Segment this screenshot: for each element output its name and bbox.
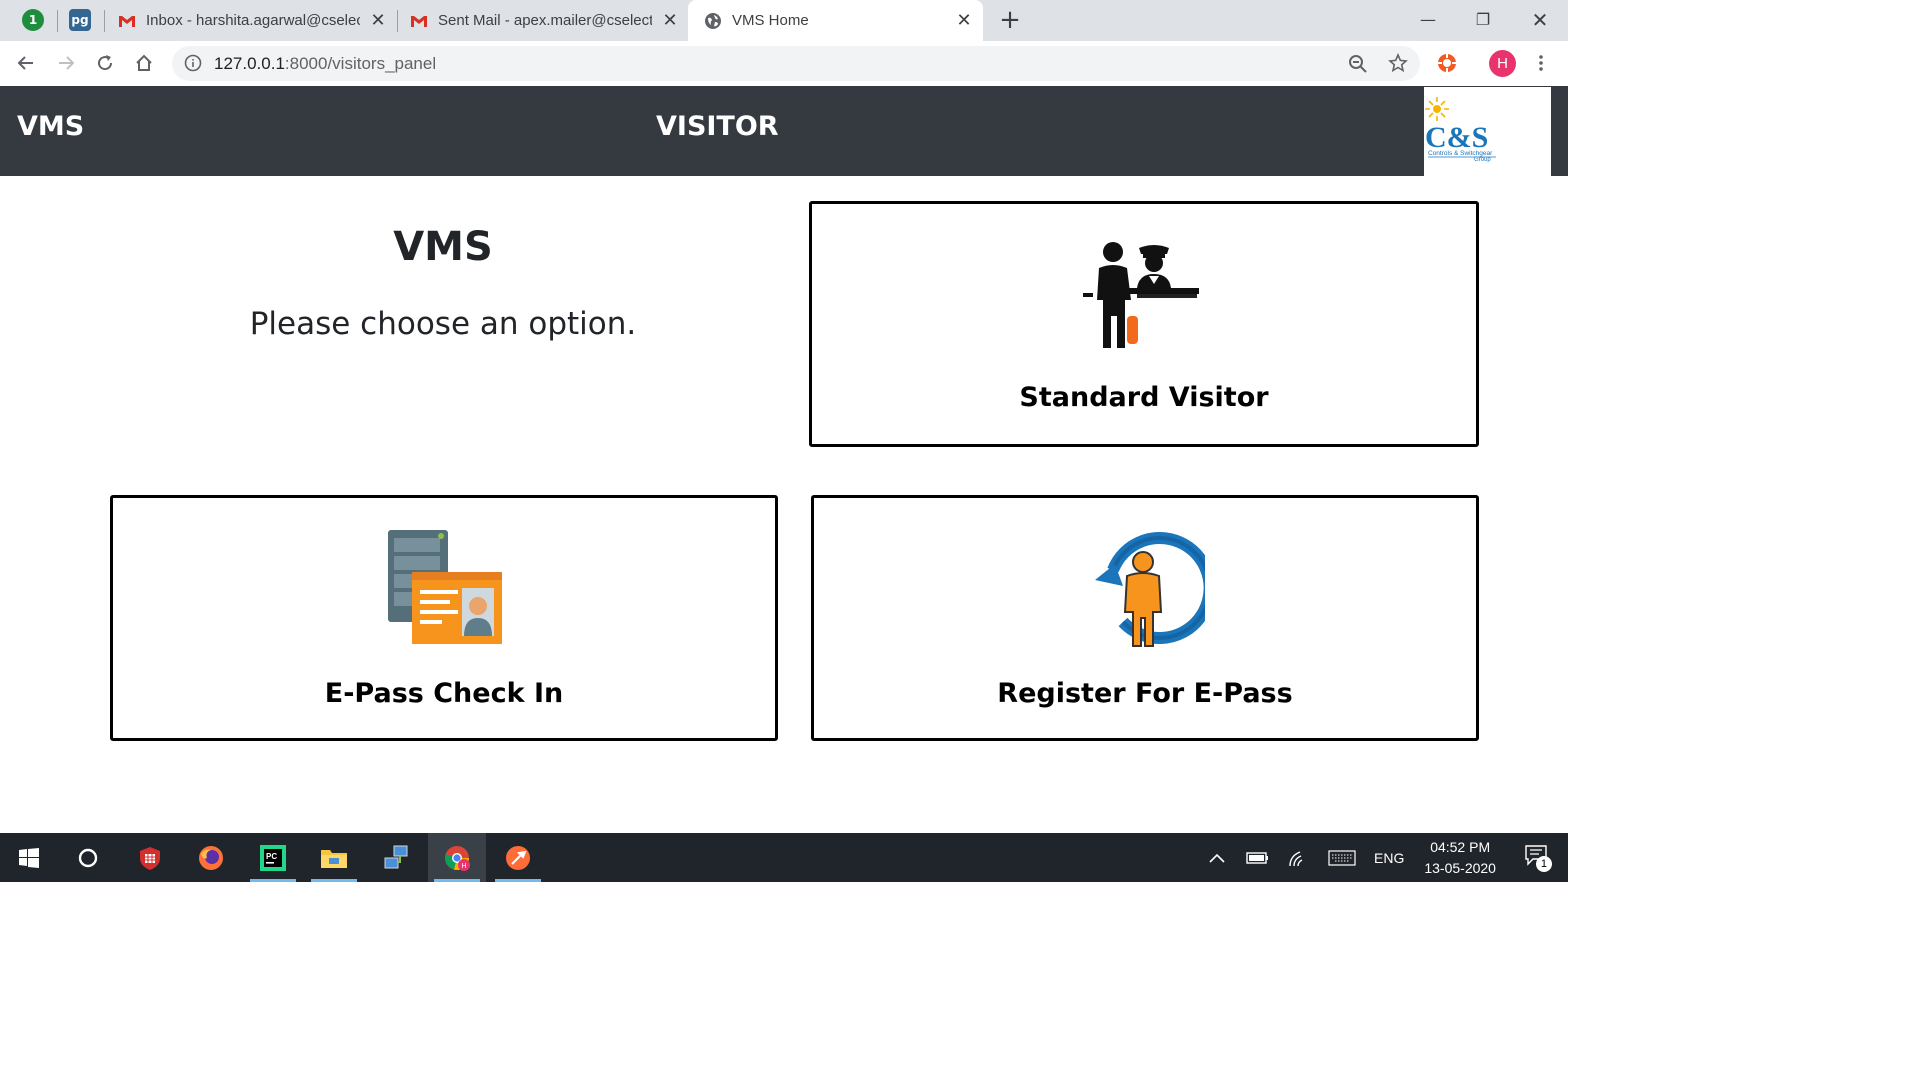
chevron-up-icon[interactable] bbox=[1208, 852, 1226, 864]
tab-inbox[interactable]: Inbox - harshita.agarwal@cselect ✕ bbox=[118, 0, 390, 41]
new-tab-button[interactable]: + bbox=[996, 6, 1024, 34]
keyboard-icon[interactable] bbox=[1328, 849, 1356, 866]
epass-checkin-card[interactable]: E-Pass Check In bbox=[110, 495, 778, 741]
svg-text:H: H bbox=[462, 863, 467, 870]
tab-vms-home[interactable]: VMS Home ✕ bbox=[688, 0, 983, 41]
tab-label: Sent Mail - apex.mailer@cselectri bbox=[438, 12, 652, 29]
folder-icon bbox=[321, 849, 347, 868]
company-logo: C&S Controls & Switchgear Group bbox=[1424, 87, 1551, 176]
shield-app-icon bbox=[140, 846, 160, 870]
back-arrow-icon bbox=[17, 56, 33, 70]
url-path: :8000/visitors_panel bbox=[284, 54, 437, 73]
site-info-icon[interactable] bbox=[184, 54, 202, 72]
logo-tag-text: Group bbox=[1474, 157, 1491, 163]
taskbar-antivirus[interactable] bbox=[121, 833, 179, 882]
close-window-button[interactable]: ✕ bbox=[1517, 6, 1563, 34]
taskbar-chrome[interactable]: H bbox=[428, 833, 486, 882]
extension-badge-icon[interactable]: 1 bbox=[22, 9, 44, 31]
extension-badge-count: 1 bbox=[28, 13, 38, 27]
windows-logo-icon bbox=[19, 847, 39, 868]
windows-taskbar: PC H ENG 04:52 PM 13-05-2020 1 bbox=[0, 833, 1568, 882]
standard-visitor-label: Standard Visitor bbox=[1019, 382, 1269, 413]
pycharm-icon: PC bbox=[260, 844, 286, 871]
epass-id-card-icon bbox=[388, 530, 502, 644]
search-cortana-button[interactable] bbox=[59, 833, 117, 882]
reload-icon bbox=[98, 55, 113, 71]
taskbar-pycharm[interactable]: PC bbox=[244, 833, 302, 882]
pgadmin-label: pg bbox=[71, 13, 89, 27]
taskbar-network-app[interactable] bbox=[367, 833, 425, 882]
epass-checkin-label: E-Pass Check In bbox=[324, 678, 564, 709]
cortana-circle-icon bbox=[78, 848, 98, 867]
tab-separator bbox=[57, 10, 58, 32]
pgadmin-icon[interactable]: pg bbox=[69, 9, 91, 31]
logo-sub-text: Controls & Switchgear bbox=[1428, 150, 1493, 157]
menu-kebab-icon[interactable] bbox=[1531, 53, 1551, 73]
tab-label: Inbox - harshita.agarwal@cselect bbox=[146, 12, 360, 29]
taskbar-file-explorer[interactable] bbox=[305, 833, 363, 882]
page-subtitle: Please choose an option. bbox=[249, 306, 637, 342]
gmail-icon bbox=[411, 15, 427, 27]
standard-visitor-card[interactable]: Standard Visitor bbox=[809, 201, 1479, 447]
browser-toolbar: 127.0.0.1:8000/visitors_panel H bbox=[0, 41, 1568, 87]
forward-arrow-icon bbox=[59, 56, 75, 70]
url-host: 127.0.0.1 bbox=[214, 54, 285, 73]
close-tab-icon[interactable]: ✕ bbox=[662, 10, 678, 31]
url-text[interactable]: 127.0.0.1:8000/visitors_panel bbox=[214, 54, 436, 74]
network-computers-icon bbox=[384, 845, 408, 868]
page-title: VMS bbox=[393, 224, 493, 270]
language-indicator[interactable]: ENG bbox=[1374, 850, 1404, 866]
minimize-button[interactable]: — bbox=[1405, 6, 1451, 34]
zoom-icon[interactable] bbox=[1348, 54, 1368, 74]
tab-label: VMS Home bbox=[732, 12, 809, 29]
taskbar-firefox[interactable] bbox=[182, 833, 240, 882]
close-tab-icon[interactable]: ✕ bbox=[956, 10, 972, 31]
restore-button[interactable]: ❐ bbox=[1460, 6, 1506, 34]
profile-avatar[interactable]: H bbox=[1489, 50, 1516, 77]
clock-time: 04:52 PM bbox=[1430, 838, 1491, 855]
navbar-title: VISITOR bbox=[656, 111, 779, 142]
reload-button[interactable] bbox=[92, 50, 118, 76]
tab-separator bbox=[397, 10, 398, 32]
register-epass-card[interactable]: Register For E-Pass bbox=[811, 495, 1479, 741]
home-icon bbox=[136, 54, 152, 71]
battery-icon[interactable] bbox=[1246, 851, 1270, 865]
gmail-icon bbox=[119, 15, 135, 27]
extension-icon[interactable] bbox=[1437, 53, 1457, 73]
globe-icon bbox=[705, 12, 721, 29]
start-button[interactable] bbox=[0, 833, 58, 882]
wifi-icon[interactable] bbox=[1288, 849, 1310, 867]
tab-sent-mail[interactable]: Sent Mail - apex.mailer@cselectri ✕ bbox=[410, 0, 682, 41]
cs-logo-graphic: C&S Controls & Switchgear Group bbox=[1425, 97, 1496, 163]
taskbar-postman[interactable] bbox=[489, 833, 547, 882]
firefox-icon bbox=[199, 845, 223, 870]
chrome-icon: H bbox=[444, 845, 470, 871]
clock-date: 13-05-2020 bbox=[1424, 859, 1496, 876]
clock[interactable]: 04:52 PM 13-05-2020 bbox=[1424, 837, 1496, 879]
action-center-button[interactable]: 1 bbox=[1524, 844, 1552, 872]
postman-icon bbox=[506, 845, 530, 870]
profile-initial: H bbox=[1497, 55, 1508, 72]
bookmark-star-icon[interactable] bbox=[1388, 53, 1408, 73]
visitor-reception-icon bbox=[1083, 242, 1199, 348]
forward-button[interactable] bbox=[53, 50, 79, 76]
close-tab-icon[interactable]: ✕ bbox=[370, 10, 386, 31]
svg-text:PC: PC bbox=[266, 852, 277, 861]
navbar-brand[interactable]: VMS bbox=[17, 111, 84, 142]
system-tray: ENG 04:52 PM 13-05-2020 1 bbox=[1208, 833, 1552, 882]
register-person-icon bbox=[1095, 532, 1205, 647]
address-bar[interactable]: 127.0.0.1:8000/visitors_panel bbox=[172, 46, 1420, 81]
back-button[interactable] bbox=[13, 50, 39, 76]
notification-count-badge: 1 bbox=[1535, 855, 1552, 872]
register-epass-label: Register For E-Pass bbox=[997, 678, 1293, 709]
app-navbar: VMS VISITOR bbox=[0, 86, 1568, 176]
home-button[interactable] bbox=[131, 50, 157, 76]
browser-tab-strip: 1 pg Inbox - harshita.agarwal@cselect ✕ … bbox=[0, 0, 1568, 41]
tab-separator bbox=[104, 10, 105, 32]
